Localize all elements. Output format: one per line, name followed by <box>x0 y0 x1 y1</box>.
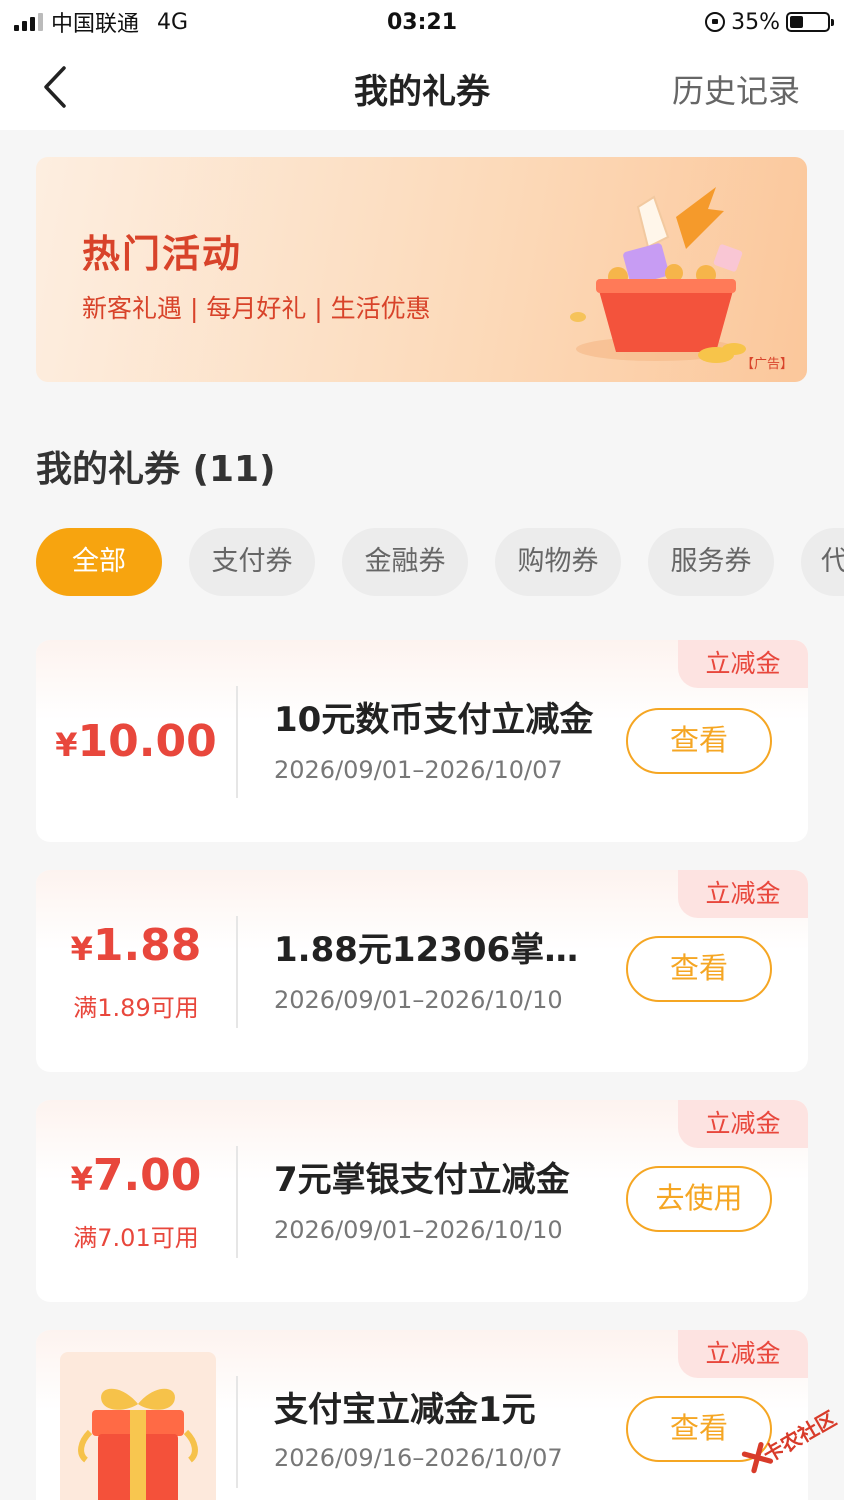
ad-label: 【广告】 <box>740 357 793 372</box>
coupon-tag: 立减金 <box>678 640 808 688</box>
card-divider <box>236 1376 238 1488</box>
coupon-date: 2026/09/01–2026/10/07 <box>274 756 563 784</box>
currency-symbol: ¥ <box>70 930 93 968</box>
coupon-date: 2026/09/01–2026/10/10 <box>274 986 563 1014</box>
battery-percent: 35% <box>731 9 780 35</box>
amount-value: 10.00 <box>77 716 217 767</box>
banner-subtitle: 新客礼遇 | 每月好礼 | 生活优惠 <box>82 294 431 323</box>
card-divider <box>236 916 238 1028</box>
coupon-date: 2026/09/01–2026/10/10 <box>274 1216 563 1244</box>
coupon-date: 2026/09/16–2026/10/07 <box>274 1444 563 1472</box>
nav-bar: 我的礼券 历史记录 <box>0 44 844 130</box>
coupon-amount: ¥10.00 <box>36 716 236 767</box>
gift-basket-icon <box>570 187 746 363</box>
card-divider <box>236 686 238 798</box>
tab-all[interactable]: 全部 <box>36 528 162 596</box>
coupon-amount: ¥7.00 <box>36 1150 236 1201</box>
tab-shopping[interactable]: 购物券 <box>495 528 621 596</box>
coupon-tag: 立减金 <box>678 1100 808 1148</box>
coupon-amount: ¥1.88 <box>36 920 236 971</box>
status-bar: 中国联通 4G 03:21 35% <box>0 0 844 44</box>
coupon-card[interactable]: 立减金 ¥7.00 满7.01可用 7元掌银支付立减金 2026/09/01–2… <box>36 1100 808 1302</box>
coupon-tag: 立减金 <box>678 1330 808 1378</box>
coupon-card[interactable]: 立减金 ¥10.00 10元数币支付立减金 2026/09/01–2026/10… <box>36 640 808 842</box>
use-button[interactable]: 去使用 <box>626 1166 772 1232</box>
coupon-name: 1.88元12306掌银... <box>274 930 604 970</box>
coupon-name: 10元数币支付立减金 <box>274 700 594 740</box>
carrier-label: 中国联通 <box>51 12 140 37</box>
coupon-name: 7元掌银支付立减金 <box>274 1160 570 1200</box>
coupon-card[interactable]: 立减金 ¥1.88 满1.89可用 1.88元12306掌银... 2026/0… <box>36 870 808 1072</box>
signal-icon <box>14 13 43 31</box>
gift-box-image <box>60 1352 216 1500</box>
card-divider <box>236 1146 238 1258</box>
view-button[interactable]: 查看 <box>626 936 772 1002</box>
currency-symbol: ¥ <box>70 1160 93 1198</box>
tab-service[interactable]: 服务券 <box>648 528 774 596</box>
section-title: 我的礼券 (11) <box>36 449 276 490</box>
rotation-lock-icon <box>705 12 726 32</box>
banner-title: 热门活动 <box>82 232 243 276</box>
status-right: 35% <box>705 9 834 35</box>
filter-tabs: 全部 支付券 金融券 购物券 服务券 代 <box>36 528 844 596</box>
promo-banner[interactable]: 热门活动 新客礼遇 | 每月好礼 | 生活优惠 【广告】 <box>36 157 807 382</box>
battery-icon <box>786 12 834 32</box>
amount-value: 7.00 <box>92 1150 202 1201</box>
tab-finance[interactable]: 金融券 <box>342 528 468 596</box>
coupon-condition: 满7.01可用 <box>73 1224 199 1252</box>
amount-value: 1.88 <box>92 920 202 971</box>
coupon-tag: 立减金 <box>678 870 808 918</box>
network-label: 4G <box>157 9 189 35</box>
view-button[interactable]: 查看 <box>626 708 772 774</box>
tab-more[interactable]: 代 <box>801 528 844 596</box>
watermark-text: 卡农社区 <box>759 1406 841 1468</box>
coupon-card[interactable]: 立减金 支付宝立减金1元 2026/09/16–2026/10/07 查看 <box>36 1330 808 1500</box>
coupon-name: 支付宝立减金1元 <box>274 1390 536 1430</box>
tab-payment[interactable]: 支付券 <box>189 528 315 596</box>
coupon-condition: 满1.89可用 <box>73 994 199 1022</box>
gift-icon <box>78 1388 198 1500</box>
history-link[interactable]: 历史记录 <box>672 66 800 112</box>
currency-symbol: ¥ <box>55 726 78 764</box>
status-left: 中国联通 4G <box>14 6 188 38</box>
